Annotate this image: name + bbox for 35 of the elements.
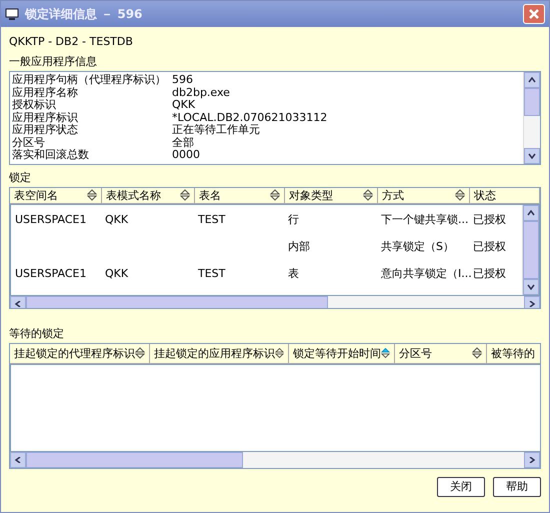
property-name: 应用程序句柄（代理程序标识） [12, 74, 167, 86]
section-label: 等待的锁定 [9, 326, 65, 340]
table-cell-text: 共享锁定（S） [380, 238, 455, 254]
table-cell-text: 下一个键共享锁... [380, 212, 469, 226]
property-name: 分区号 [12, 136, 46, 148]
table-cell-text: TEST [197, 212, 226, 226]
property-name: 落实和回滚总数 [12, 149, 90, 162]
property-value: 正在等待工作单元 [172, 124, 261, 136]
table-cell-text: 行 [287, 212, 300, 226]
property-name: 应用程序名称 [12, 86, 79, 99]
table-cell-text: 已授权 [472, 212, 507, 226]
property-value: 全部 [172, 136, 195, 149]
property-name: 应用程序标识 [12, 112, 79, 124]
property-value: 596 [172, 74, 194, 86]
table-cell-text: TEST [197, 266, 226, 280]
property-name: 应用程序状态 [12, 124, 79, 136]
property-value: 0000 [172, 149, 201, 162]
property-value: db2bp.exe [172, 86, 231, 99]
dialog-button[interactable]: 关闭 [437, 476, 485, 496]
table-cell-text: USERSPACE1 [14, 266, 88, 280]
window-title: 锁定详细信息 － 596 [25, 6, 144, 22]
dialog-button[interactable]: 帮助 [493, 476, 541, 496]
section-label: 一般应用程序信息 [9, 55, 98, 69]
property-value: QKK [172, 99, 196, 112]
table-cell-text: 已授权 [472, 238, 507, 254]
table-cell-text: QKK [104, 266, 130, 280]
table-cell-text: 内部 [287, 238, 311, 254]
table-cell-text: 意向共享锁定（I... [380, 266, 469, 280]
property-name: 授权标识 [12, 99, 57, 112]
table-cell-text: QKK [104, 212, 130, 226]
section-label: 锁定 [9, 170, 32, 184]
table-cell-text: USERSPACE1 [14, 212, 88, 226]
table-cell-text: 表 [287, 266, 300, 280]
property-value: *LOCAL.DB2.070621033112 [172, 112, 328, 124]
connection-path: QKKTP - DB2 - TESTDB [9, 35, 134, 49]
